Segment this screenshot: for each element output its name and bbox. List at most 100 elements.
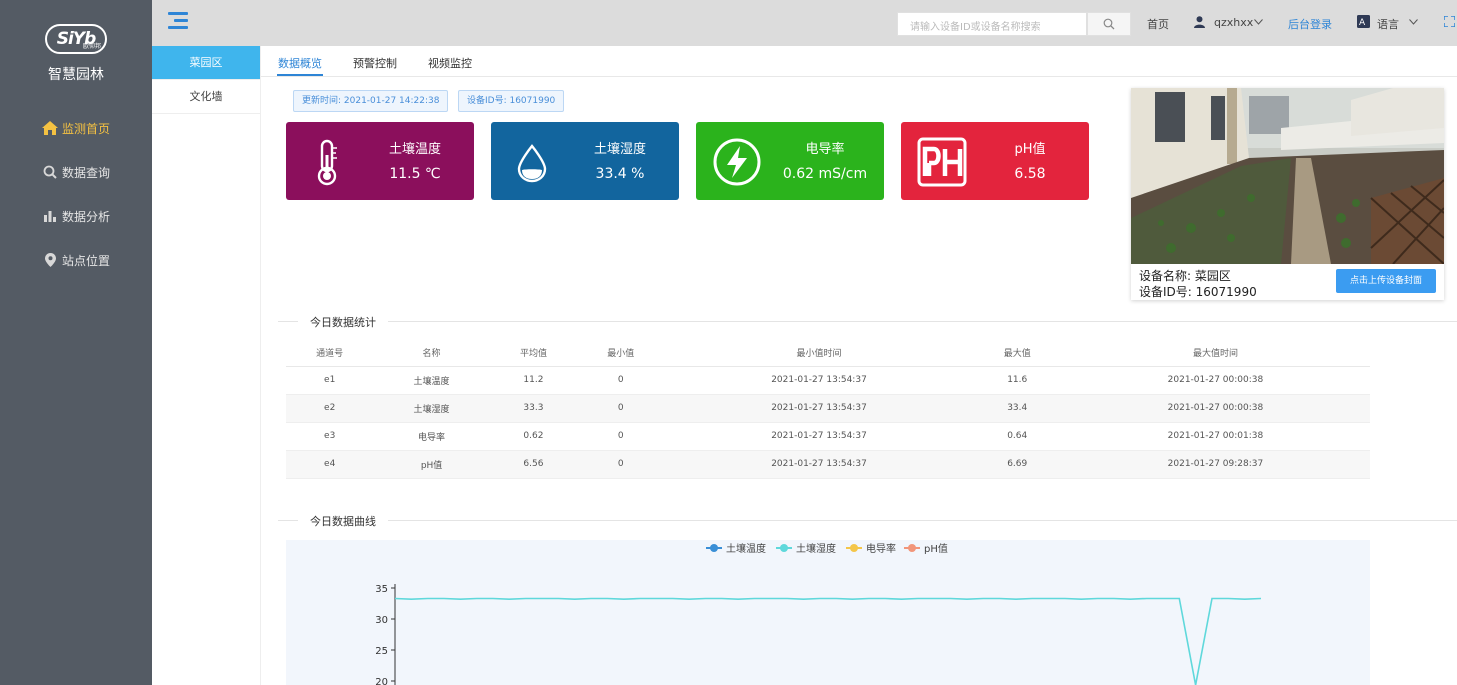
table-cell: 0 <box>577 422 665 451</box>
table-cell: e2 <box>286 394 374 423</box>
sidebar-item-data-query[interactable]: 数据查询 <box>0 150 152 194</box>
legend-label: 土壤湿度 <box>796 542 836 555</box>
device-name: 设备名称: 菜园区 <box>1139 269 1231 283</box>
table-cell: 33.4 <box>973 394 1061 423</box>
sidebar-item-site-location[interactable]: 站点位置 <box>0 238 152 282</box>
device-info: 设备名称: 菜园区 设备ID号: 16071990 <box>1139 268 1257 300</box>
table-cell: 土壤湿度 <box>373 394 490 423</box>
table-cell: 2021-01-27 09:28:37 <box>1060 450 1370 479</box>
y-tick-label: 25 <box>375 646 388 657</box>
legend-marker <box>850 544 858 552</box>
legend-marker <box>908 544 916 552</box>
today-curve-chart: 土壤温度 土壤湿度 电导率 pH值 35 30 25 20 <box>286 540 1370 685</box>
table-cell: 6.56 <box>489 450 578 479</box>
column-header: 最小值时间 <box>664 340 974 367</box>
column-header: 通道号 <box>286 340 374 367</box>
table-cell: 土壤温度 <box>373 366 490 395</box>
area-item-vegetable-garden[interactable]: 菜园区 <box>152 46 260 80</box>
logo: SiYb 欧仰邦 <box>0 0 152 60</box>
lightning-icon <box>712 137 762 187</box>
svg-text:A: A <box>1359 18 1366 28</box>
legend-label: 电导率 <box>866 542 896 555</box>
sidebar-item-label: 数据查询 <box>62 165 111 180</box>
area-item-culture-wall[interactable]: 文化墙 <box>152 80 260 114</box>
sidebar-item-monitor-home[interactable]: 监测首页 <box>0 106 152 150</box>
table-cell: 电导率 <box>373 422 490 451</box>
update-time-badge: 更新时间: 2021-01-27 14:22:38 <box>293 90 449 112</box>
search-icon <box>42 164 58 180</box>
card-value: 11.5 ℃ <box>389 166 441 182</box>
username-dropdown[interactable]: qzxhxx <box>1214 16 1253 29</box>
device-id-badge: 设备ID号: 16071990 <box>458 90 565 112</box>
table-row: e2 土壤湿度 33.3 0 2021-01-27 13:54:37 33.4 … <box>286 394 1370 423</box>
user-icon <box>1194 16 1205 28</box>
table-cell: 2021-01-27 00:00:38 <box>1060 394 1370 423</box>
table-cell: 2021-01-27 13:54:37 <box>664 422 974 451</box>
logo-subtext: 欧仰邦 <box>82 43 101 50</box>
tab-bar: 数据概览 预警控制 视频监控 <box>261 46 1457 77</box>
main-content: 数据概览 预警控制 视频监控 更新时间: 2021-01-27 14:22:38… <box>261 46 1457 685</box>
sidebar-item-label: 监测首页 <box>62 121 111 136</box>
card-title: 电导率 <box>805 142 845 157</box>
translate-icon: A <box>1357 15 1370 28</box>
table-cell: 2021-01-27 13:54:37 <box>664 450 974 479</box>
tab-video-monitor[interactable]: 视频监控 <box>428 55 472 71</box>
column-header: 最大值 <box>973 340 1061 367</box>
search-button[interactable] <box>1087 12 1131 36</box>
legend-label: pH值 <box>924 542 948 555</box>
bar-chart-icon <box>42 208 58 224</box>
curve-divider <box>278 520 1457 521</box>
legend-marker <box>780 544 788 552</box>
stats-table: 通道号 名称 平均值 最小值 最小值时间 最大值 最大值时间 e1 土壤温度 1… <box>286 340 1370 479</box>
app-title: 智慧园林 <box>48 67 104 83</box>
language-dropdown[interactable]: 语言 <box>1377 16 1399 32</box>
table-cell: 0.64 <box>973 422 1061 451</box>
table-cell: e1 <box>286 366 374 395</box>
device-search-input[interactable]: 请输入设备ID或设备名称搜索 <box>897 12 1087 36</box>
table-cell: pH值 <box>373 450 490 479</box>
table-cell: 0 <box>577 366 665 395</box>
table-cell: 11.2 <box>489 366 578 395</box>
y-tick-label: 35 <box>375 584 388 595</box>
card-title: 土壤湿度 <box>593 142 646 157</box>
area-list: 菜园区 文化墙 <box>152 46 261 685</box>
upload-cover-button[interactable]: 点击上传设备封面 <box>1336 269 1436 293</box>
sidebar-menu: 监测首页 数据查询 数据分析 站点位置 <box>0 106 152 282</box>
home-link[interactable]: 首页 <box>1147 16 1169 32</box>
active-tab-indicator <box>277 74 323 76</box>
table-cell: e3 <box>286 422 374 451</box>
location-pin-icon <box>42 252 58 268</box>
search-icon <box>1103 18 1115 30</box>
device-photo-card: 设备名称: 菜园区 设备ID号: 16071990 点击上传设备封面 <box>1131 88 1444 300</box>
ph-card: pH值 6.58 <box>901 122 1089 200</box>
column-header: 最小值 <box>577 340 665 367</box>
card-title: pH值 <box>1014 142 1046 157</box>
menu-toggle-icon[interactable] <box>168 12 188 30</box>
device-id: 设备ID号: 16071990 <box>1139 285 1257 299</box>
stats-divider <box>278 321 1457 322</box>
card-value: 0.62 mS/cm <box>782 166 868 182</box>
line-chart: 土壤温度 土壤湿度 电导率 pH值 35 30 25 20 <box>375 542 1262 685</box>
table-cell: 2021-01-27 13:54:37 <box>664 366 974 395</box>
table-cell: 0 <box>577 394 665 423</box>
legend-marker <box>710 544 718 552</box>
column-header: 最大值时间 <box>1060 340 1370 367</box>
sidebar-item-label: 站点位置 <box>62 253 111 268</box>
ph-icon <box>917 137 967 187</box>
chevron-down-icon[interactable] <box>1254 19 1263 25</box>
legend-label: 土壤温度 <box>726 542 766 555</box>
sidebar: SiYb 欧仰邦 智慧园林 监测首页 数据查询 数据分析 站点位置 <box>0 0 152 685</box>
table-cell: e4 <box>286 450 374 479</box>
stats-section-title: 今日数据统计 <box>298 314 388 330</box>
chevron-down-icon[interactable] <box>1409 19 1418 25</box>
conductivity-card: 电导率 0.62 mS/cm <box>696 122 884 200</box>
fullscreen-icon[interactable] <box>1444 16 1455 27</box>
table-cell: 33.3 <box>489 394 578 423</box>
admin-login-link[interactable]: 后台登录 <box>1288 16 1332 32</box>
table-cell: 6.69 <box>973 450 1061 479</box>
sidebar-item-data-analysis[interactable]: 数据分析 <box>0 194 152 238</box>
soil-humidity-card: 土壤湿度 33.4 % <box>491 122 679 200</box>
card-title: 土壤温度 <box>388 142 441 157</box>
tab-alarm-control[interactable]: 预警控制 <box>353 55 397 71</box>
tab-data-overview[interactable]: 数据概览 <box>278 55 322 71</box>
